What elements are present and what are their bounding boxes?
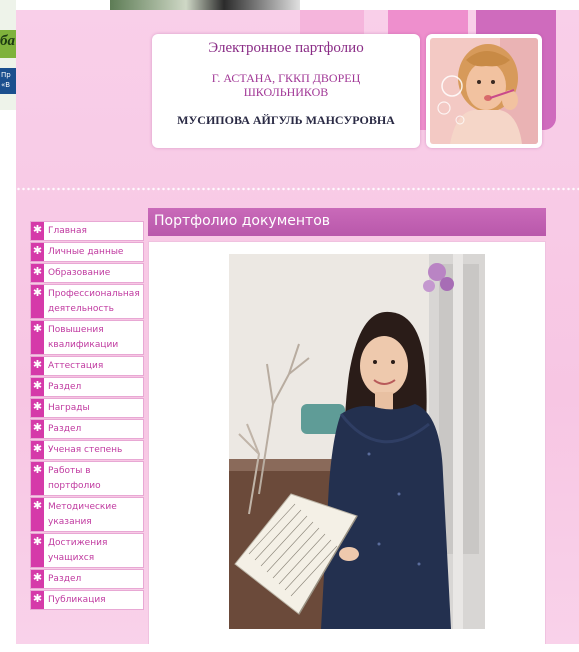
sidebar-menu: ✱ Главная ✱ Личные данные ✱ Образование … <box>30 221 144 611</box>
fragment-green-text: ба <box>0 33 15 49</box>
menu-item-label: Главная <box>48 226 87 236</box>
menu-item-attestation[interactable]: ✱ Аттестация <box>30 356 144 376</box>
asterisk-bullet-icon: ✱ <box>31 591 44 609</box>
fragment-blue-text-2: «В <box>1 81 11 89</box>
background-window-fragment: ба Пр «В <box>0 0 16 110</box>
menu-item-section[interactable]: ✱ Раздел <box>30 377 144 397</box>
asterisk-bullet-icon: ✱ <box>31 462 44 495</box>
portfolio-page: Электронное партфолио Г. АСТАНА, ГККП ДВ… <box>16 10 579 652</box>
asterisk-bullet-icon: ✱ <box>31 357 44 375</box>
menu-item-label: Повышения квалификации <box>48 325 119 350</box>
menu-item-methodical-guidelines[interactable]: ✱ Методические указания <box>30 497 144 532</box>
header-photo <box>426 34 542 148</box>
asterisk-bullet-icon: ✱ <box>31 420 44 438</box>
asterisk-bullet-icon: ✱ <box>31 285 44 318</box>
organization-name: Г. АСТАНА, ГККП ДВОРЕЦ ШКОЛЬНИКОВ <box>211 71 361 99</box>
asterisk-bullet-icon: ✱ <box>31 399 44 417</box>
menu-item-label: Методические указания <box>48 502 117 527</box>
asterisk-bullet-icon: ✱ <box>31 264 44 282</box>
asterisk-bullet-icon: ✱ <box>31 441 44 459</box>
asterisk-bullet-icon: ✱ <box>31 321 44 354</box>
asterisk-bullet-icon: ✱ <box>31 570 44 588</box>
menu-item-personal-data[interactable]: ✱ Личные данные <box>30 242 144 262</box>
menu-item-label: Достижения учащихся <box>48 538 108 563</box>
asterisk-bullet-icon: ✱ <box>31 378 44 396</box>
asterisk-bullet-icon: ✱ <box>31 534 44 567</box>
menu-item-publication[interactable]: ✱ Публикация <box>30 590 144 610</box>
menu-item-label: Раздел <box>48 382 82 392</box>
menu-item-qualification[interactable]: ✱ Повышения квалификации <box>30 320 144 355</box>
menu-item-label: Работы в портфолио <box>48 466 101 491</box>
asterisk-bullet-icon: ✱ <box>31 498 44 531</box>
page-title: Электронное партфолио <box>208 40 364 56</box>
header-title-card: Электронное партфолио Г. АСТАНА, ГККП ДВ… <box>152 34 420 148</box>
decorative-dotted-divider <box>16 186 579 192</box>
menu-item-education[interactable]: ✱ Образование <box>30 263 144 283</box>
menu-item-label: Раздел <box>48 574 82 584</box>
asterisk-bullet-icon: ✱ <box>31 222 44 240</box>
menu-item-label: Профессиональная деятельность <box>48 289 140 314</box>
menu-item-professional-activity[interactable]: ✱ Профессиональная деятельность <box>30 284 144 319</box>
content-panel <box>148 241 546 647</box>
menu-item-section[interactable]: ✱ Раздел <box>30 569 144 589</box>
menu-item-label: Ученая степень <box>48 445 123 455</box>
owner-name: МУСИПОВА АЙГУЛЬ МАНСУРОВНА <box>177 113 395 127</box>
menu-item-student-achievements[interactable]: ✱ Достижения учащихся <box>30 533 144 568</box>
girl-blowing-bubbles-image <box>430 38 538 144</box>
fragment-blue-text-1: Пр <box>1 71 11 79</box>
page-bottom-border <box>16 644 579 652</box>
asterisk-bullet-icon: ✱ <box>31 243 44 261</box>
menu-item-label: Награды <box>48 403 90 413</box>
menu-item-label: Образование <box>48 268 111 278</box>
menu-item-academic-degree[interactable]: ✱ Ученая степень <box>30 440 144 460</box>
menu-item-label: Публикация <box>48 595 106 605</box>
portrait-photo <box>229 254 485 629</box>
menu-item-label: Раздел <box>48 424 82 434</box>
menu-item-section[interactable]: ✱ Раздел <box>30 419 144 439</box>
menu-item-label: Аттестация <box>48 361 104 371</box>
content-title: Портфолио документов <box>154 213 331 229</box>
menu-item-portfolio-works[interactable]: ✱ Работы в портфолио <box>30 461 144 496</box>
background-photo-strip <box>110 0 300 10</box>
menu-item-awards[interactable]: ✱ Награды <box>30 398 144 418</box>
menu-item-label: Личные данные <box>48 247 124 257</box>
content-header-bar: Портфолио документов <box>148 208 546 236</box>
menu-item-home[interactable]: ✱ Главная <box>30 221 144 241</box>
